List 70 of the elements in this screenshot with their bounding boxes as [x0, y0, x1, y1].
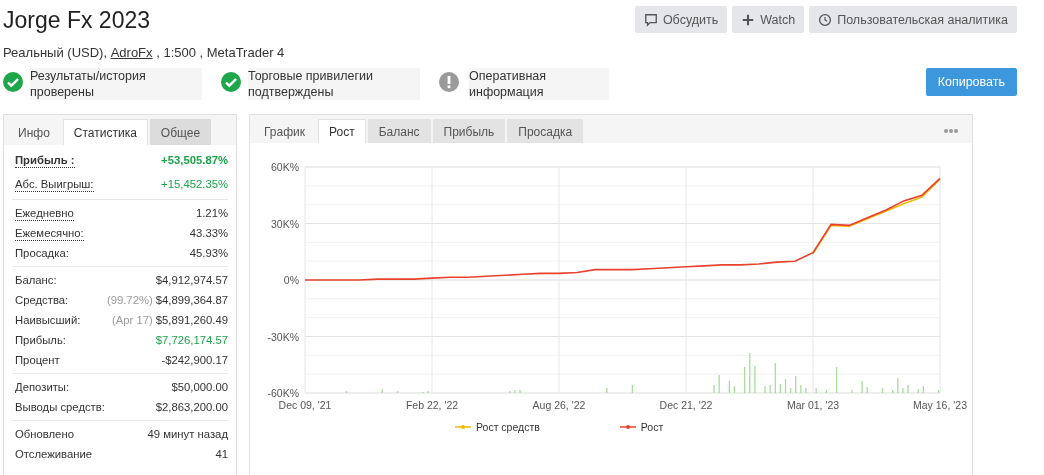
analytics-button[interactable]: Пользовательская аналитика: [809, 6, 1017, 33]
stat-label: Депозиты:: [15, 380, 70, 395]
stat-label: Прибыль :: [15, 153, 75, 168]
stat-label: Ежедневно: [15, 206, 74, 221]
tab[interactable]: Баланс: [367, 119, 431, 143]
x-axis-label: May 16, '23: [913, 399, 967, 411]
check-icon: [221, 72, 241, 92]
x-axis-label: Aug 26, '22: [532, 399, 586, 411]
stat-value: $2,863,200.00: [155, 400, 228, 415]
badge-text: Результаты/история проверены: [30, 68, 202, 100]
tab[interactable]: Рост: [318, 119, 366, 143]
stat-value: $4,912,974.57: [155, 273, 228, 288]
y-axis-label: 30K%: [270, 217, 299, 230]
page-title: Jorge Fx 2023: [3, 6, 152, 34]
y-axis-label: -60K%: [267, 387, 299, 399]
tab[interactable]: Просадка: [507, 119, 584, 143]
stat-value: $5,891,260.49: [155, 313, 228, 328]
plus-icon: [741, 12, 756, 27]
stat-value: -$242,900.17: [161, 353, 228, 368]
tab[interactable]: Общее: [149, 119, 212, 145]
stat-value: 41: [215, 447, 228, 462]
broker-link[interactable]: AdroFx: [110, 45, 153, 60]
badge-text: Оперативная информация: [469, 68, 609, 100]
watch-button[interactable]: Watch: [732, 6, 805, 33]
y-axis-label: 0%: [283, 274, 299, 286]
line-series: [812, 178, 941, 255]
stat-label: Наивысший:: [15, 313, 81, 328]
stat-value: 43.33%: [189, 226, 228, 241]
stat-label: Отслеживание: [15, 447, 93, 462]
legend-label[interactable]: Рост средств: [476, 421, 540, 433]
stat-value: 1.21%: [195, 206, 228, 221]
exclamation-icon: [439, 72, 459, 92]
stat-note: (Apr 17): [111, 313, 153, 328]
tab[interactable]: График: [253, 119, 316, 143]
stat-value: +53,505.87%: [161, 153, 228, 168]
stat-value: $7,726,174.57: [155, 333, 228, 348]
stat-value: $4,899,364.87: [155, 293, 228, 308]
stat-note: (99.72%): [106, 293, 153, 308]
check-icon: [3, 72, 23, 92]
more-icon[interactable]: [944, 128, 958, 134]
stat-label: Выводы средств:: [15, 400, 105, 415]
badge-text: Торговые привилегии подтверждены: [248, 68, 420, 100]
stat-label: Процент: [15, 353, 60, 368]
chat-icon: [643, 12, 658, 27]
stat-label: Обновлено: [15, 427, 74, 442]
stat-value: 45.93%: [189, 246, 228, 261]
stat-value: $50,000.00: [171, 380, 228, 395]
line-series: [304, 177, 941, 281]
legend-label[interactable]: Рост: [640, 421, 664, 433]
x-axis-label: Mar 01, '23: [786, 399, 840, 411]
stat-value: 49 минут назад: [147, 427, 228, 442]
x-axis-label: Dec 21, '22: [659, 399, 713, 411]
stat-value: +15,452.35%: [161, 177, 228, 192]
stat-label: Прибыль:: [15, 333, 66, 348]
x-axis-label: Feb 22, '22: [405, 399, 459, 411]
stat-label: Абс. Выигрыш:: [15, 177, 94, 192]
y-axis-label: 60K%: [270, 161, 299, 173]
account-details: , 1:500 , MetaTrader 4: [155, 45, 285, 60]
clock-icon: [818, 12, 833, 27]
x-axis-label: Dec 09, '21: [278, 399, 332, 411]
stat-label: Баланс:: [15, 273, 57, 288]
account-info: Реальный (USD),: [3, 45, 109, 60]
tab[interactable]: Статистика: [62, 119, 148, 145]
stat-label: Средства:: [15, 293, 69, 308]
y-axis-label: -30K%: [267, 330, 299, 343]
tab[interactable]: Прибыль: [432, 119, 506, 143]
discuss-button[interactable]: Обсудить: [634, 6, 728, 33]
stat-label: Ежемесячно:: [15, 226, 84, 241]
stat-label: Просадка:: [15, 246, 69, 261]
tab[interactable]: Инфо: [7, 119, 61, 145]
